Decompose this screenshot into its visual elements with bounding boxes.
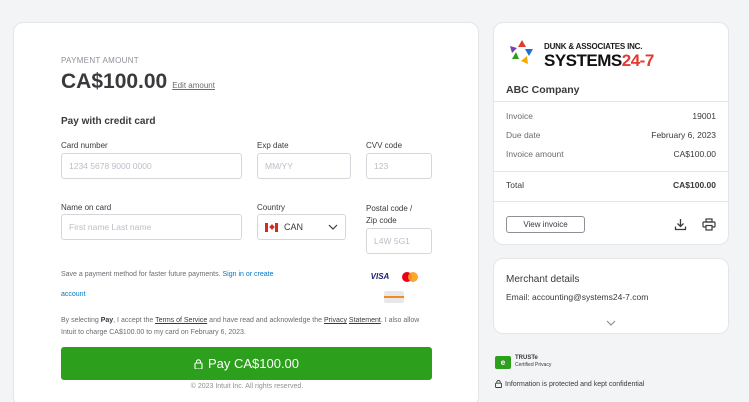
postal-code-label-line1: Postal code / [366, 204, 413, 213]
copyright-text: © 2023 Intuit Inc. All rights reserved. [190, 383, 304, 390]
download-icon[interactable] [674, 218, 687, 231]
consent-part3: and have read and acknowledge the [209, 317, 323, 324]
invoice-row: Due date February 6, 2023 [506, 130, 716, 140]
merchant-email: Email: accounting@systems24-7.com [506, 292, 649, 302]
logo-wordmark-accent: 24-7 [621, 51, 655, 70]
terms-link[interactable]: Terms of Service [155, 317, 207, 324]
cvv-input[interactable]: 123 [366, 153, 432, 179]
invoice-row-value: February 6, 2023 [651, 130, 716, 140]
save-method-copy: Save a payment method for faster future … [61, 271, 221, 278]
discover-logo-icon [384, 291, 404, 303]
invoice-row-key: Due date [506, 130, 541, 140]
country-label: Country [257, 203, 286, 212]
truste-badge: e TRUSTe Certified Privacy [495, 355, 551, 369]
pay-with-card-title: Pay with credit card [61, 116, 156, 127]
cvv-label: CVV code [366, 141, 403, 150]
country-value: CAN [284, 222, 304, 232]
invoice-divider-bottom [494, 201, 728, 202]
exp-date-label: Exp date [257, 141, 289, 150]
payment-amount: CA$100.00 [61, 70, 168, 93]
card-number-label: Card number [61, 141, 108, 150]
chevron-down-icon[interactable] [606, 320, 616, 326]
invoice-divider-mid [494, 171, 728, 172]
consent-bold: Pay [100, 317, 114, 324]
postal-code-input[interactable]: L4W 5G1 [366, 228, 432, 254]
name-on-card-input[interactable]: First name Last name [61, 214, 242, 240]
invoice-row-key: Invoice amount [506, 149, 564, 159]
amount-row: CA$100.00 Edit amount [61, 70, 215, 94]
merchant-details-title: Merchant details [506, 274, 580, 285]
invoice-row: Invoice amount CA$100.00 [506, 149, 716, 159]
payment-amount-label: PAYMENT AMOUNT [61, 56, 139, 65]
name-on-card-label: Name on card [61, 203, 112, 212]
truste-line2: Certified Privacy [515, 362, 552, 368]
consent-text: By selecting Pay, I accept the Terms of … [61, 315, 432, 339]
merchant-card: Merchant details Email: accounting@syste… [493, 258, 729, 334]
lock-icon [194, 358, 203, 369]
visa-logo-icon: VISA [370, 271, 390, 281]
view-invoice-button[interactable]: View invoice [506, 216, 585, 233]
chevron-down-icon [328, 224, 338, 230]
invoice-row-value: 19001 [692, 111, 716, 121]
invoice-total-value: CA$100.00 [672, 180, 716, 190]
privacy-link[interactable]: Privacy [324, 317, 347, 324]
logo-wordmark-main: SYSTEMS [544, 51, 622, 70]
canada-flag-icon [265, 222, 278, 232]
postal-code-label: Postal code / Zip code [366, 203, 412, 227]
payment-card: PAYMENT AMOUNT CA$100.00 Edit amount Pay… [13, 22, 479, 402]
secure-note: Information is protected and kept confid… [495, 380, 644, 388]
logo-tagline: DUNK & ASSOCIATES INC. [544, 42, 643, 51]
card-number-input[interactable]: 1234 5678 9000 0000 [61, 153, 242, 179]
pay-button-label: Pay CA$100.00 [207, 356, 300, 371]
invoice-row: Invoice 19001 [506, 111, 716, 121]
country-value-wrap: CAN [265, 222, 303, 232]
truste-text: TRUSTe Certified Privacy [515, 355, 551, 369]
exp-date-input[interactable]: MM/YY [257, 153, 351, 179]
invoice-total-key: Total [506, 180, 524, 190]
company-name: ABC Company [506, 84, 580, 96]
postal-code-label-line2: Zip code [366, 216, 397, 225]
invoice-total-row: Total CA$100.00 [506, 180, 716, 190]
printer-icon[interactable] [702, 218, 716, 231]
sign-in-link-cont[interactable]: account [61, 289, 86, 301]
consent-part1: By selecting [61, 317, 99, 324]
invoice-card: DUNK & ASSOCIATES INC. SYSTEMS24-7 ABC C… [493, 22, 729, 245]
truste-check-icon: e [495, 355, 511, 369]
sign-in-link[interactable]: Sign in or create [222, 271, 273, 278]
logo-wordmark: SYSTEMS24-7 [544, 51, 654, 71]
edit-amount-link[interactable]: Edit amount [172, 81, 215, 90]
invoice-row-value: CA$100.00 [673, 149, 716, 159]
invoice-row-key: Invoice [506, 111, 533, 121]
country-select[interactable]: CAN [257, 214, 346, 240]
privacy-link-cont[interactable]: Statement [349, 317, 381, 324]
pay-button[interactable]: Pay CA$100.00 [61, 347, 432, 380]
save-method-text: Save a payment method for faster future … [61, 269, 351, 301]
systems-logo-icon [510, 40, 533, 64]
consent-part2: , I accept the [113, 317, 154, 324]
secure-note-text: Information is protected and kept confid… [505, 380, 645, 388]
invoice-divider-top [494, 101, 728, 102]
lock-icon [495, 380, 502, 388]
mastercard-logo-icon [400, 270, 420, 282]
truste-line1: TRUSTe [515, 355, 538, 361]
